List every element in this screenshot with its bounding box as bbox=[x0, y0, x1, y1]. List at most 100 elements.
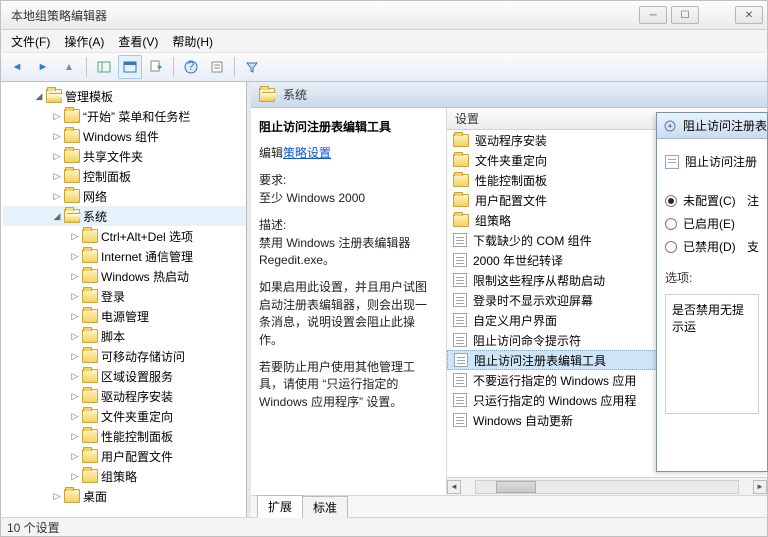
radio-icon[interactable] bbox=[665, 241, 677, 253]
folder-icon bbox=[453, 174, 469, 187]
status-text: 10 个设置 bbox=[7, 519, 60, 536]
edit-policy-link[interactable]: 策略设置 bbox=[283, 146, 331, 160]
up-button[interactable] bbox=[57, 55, 81, 79]
expand-icon[interactable]: ▷ bbox=[69, 231, 81, 242]
radio-disabled[interactable]: 已禁用(D) 支 bbox=[665, 238, 759, 255]
tab-standard[interactable]: 标准 bbox=[302, 496, 348, 518]
tree-item[interactable]: ▷驱动程序安装 bbox=[3, 386, 246, 406]
doc-icon bbox=[453, 253, 467, 267]
dialog-titlebar[interactable]: 阻止访问注册表 bbox=[657, 113, 767, 139]
expand-icon[interactable]: ◢ bbox=[33, 91, 45, 102]
scroll-right-button[interactable]: ► bbox=[753, 480, 767, 494]
properties-button[interactable] bbox=[205, 55, 229, 79]
radio-enabled[interactable]: 已启用(E) bbox=[665, 215, 759, 232]
expand-icon[interactable]: ◢ bbox=[51, 211, 63, 222]
req-label: 要求: bbox=[259, 173, 286, 187]
forward-button[interactable] bbox=[31, 55, 55, 79]
tree-item[interactable]: ▷控制面板 bbox=[3, 166, 246, 186]
scroll-left-button[interactable]: ◄ bbox=[447, 480, 461, 494]
minimize-button[interactable]: ─ bbox=[639, 6, 667, 24]
expand-icon[interactable]: ▷ bbox=[69, 351, 81, 362]
tree-item[interactable]: ▷可移动存储访问 bbox=[3, 346, 246, 366]
expand-icon[interactable]: ▷ bbox=[51, 491, 63, 502]
tree-root-label: 管理模板 bbox=[65, 88, 113, 105]
tree-item[interactable]: ▷脚本 bbox=[3, 326, 246, 346]
tree-item[interactable]: ▷网络 bbox=[3, 186, 246, 206]
policy-dialog: 阻止访问注册表 阻止访问注册 未配置(C) 注 已启用(E) 已禁用(D) 支 … bbox=[656, 112, 768, 472]
tree-item[interactable]: ▷Windows 组件 bbox=[3, 126, 246, 146]
close-button[interactable]: ✕ bbox=[735, 6, 763, 24]
show-hide-tree-button[interactable] bbox=[92, 55, 116, 79]
tree-item[interactable]: ◢系统 bbox=[3, 206, 246, 226]
expand-icon[interactable]: ▷ bbox=[69, 471, 81, 482]
filter-button[interactable] bbox=[240, 55, 264, 79]
desc-line2: 如果启用此设置，并且用户试图启动注册表编辑器，则会出现一条消息，说明设置会阻止此… bbox=[259, 279, 438, 349]
nav-tree[interactable]: ◢ 管理模板 ▷“开始” 菜单和任务栏▷Windows 组件▷共享文件夹▷控制面… bbox=[1, 82, 247, 517]
folder-icon bbox=[64, 109, 80, 123]
tree-item[interactable]: ▷共享文件夹 bbox=[3, 146, 246, 166]
tree-root[interactable]: ◢ 管理模板 bbox=[3, 86, 246, 106]
tree-item[interactable]: ▷用户配置文件 bbox=[3, 446, 246, 466]
menu-help[interactable]: 帮助(H) bbox=[166, 31, 219, 52]
expand-icon[interactable]: ▷ bbox=[69, 331, 81, 342]
menu-view[interactable]: 查看(V) bbox=[112, 31, 164, 52]
column-header-label: 设置 bbox=[455, 110, 479, 127]
folder-icon bbox=[82, 369, 98, 383]
tree-item-label: 文件夹重定向 bbox=[101, 408, 173, 425]
folder-icon bbox=[82, 469, 98, 483]
tree-item[interactable]: ▷Internet 通信管理 bbox=[3, 246, 246, 266]
tab-extended[interactable]: 扩展 bbox=[257, 495, 303, 518]
export-list-button[interactable] bbox=[144, 55, 168, 79]
list-view-button[interactable] bbox=[118, 55, 142, 79]
desc-label: 描述: bbox=[259, 218, 286, 232]
expand-icon[interactable]: ▷ bbox=[69, 391, 81, 402]
tree-item-desktop[interactable]: ▷ 桌面 bbox=[3, 486, 246, 506]
tree-item[interactable]: ▷性能控制面板 bbox=[3, 426, 246, 446]
tree-item[interactable]: ▷电源管理 bbox=[3, 306, 246, 326]
dialog-policy-label: 阻止访问注册 bbox=[685, 153, 757, 170]
window-title: 本地组策略编辑器 bbox=[5, 7, 639, 24]
folder-icon bbox=[82, 329, 98, 343]
toolbar-sep bbox=[86, 57, 87, 77]
expand-icon[interactable]: ▷ bbox=[69, 251, 81, 262]
folder-icon bbox=[64, 149, 80, 163]
expand-icon[interactable]: ▷ bbox=[69, 411, 81, 422]
expand-icon[interactable]: ▷ bbox=[69, 291, 81, 302]
tree-item[interactable]: ▷Ctrl+Alt+Del 选项 bbox=[3, 226, 246, 246]
tree-item[interactable]: ▷登录 bbox=[3, 286, 246, 306]
doc-icon bbox=[453, 313, 467, 327]
tree-item[interactable]: ▷区域设置服务 bbox=[3, 366, 246, 386]
expand-icon[interactable]: ▷ bbox=[51, 131, 63, 142]
folder-open-icon bbox=[259, 88, 275, 102]
expand-icon[interactable]: ▷ bbox=[69, 311, 81, 322]
toolbar: ? bbox=[0, 52, 768, 82]
titlebar: 本地组策略编辑器 ─ ☐ ✕ bbox=[0, 0, 768, 30]
radio-icon[interactable] bbox=[665, 218, 677, 230]
radio-icon[interactable] bbox=[665, 195, 677, 207]
scroll-thumb[interactable] bbox=[496, 481, 536, 493]
folder-icon bbox=[82, 429, 98, 443]
menu-file[interactable]: 文件(F) bbox=[5, 31, 56, 52]
radio-not-configured[interactable]: 未配置(C) 注 bbox=[665, 192, 759, 209]
folder-icon bbox=[64, 489, 80, 503]
back-button[interactable] bbox=[5, 55, 29, 79]
list-item-label: 用户配置文件 bbox=[475, 192, 547, 209]
tree-item[interactable]: ▷ 组策略 bbox=[3, 466, 246, 486]
tree-item[interactable]: ▷“开始” 菜单和任务栏 bbox=[3, 106, 246, 126]
expand-icon[interactable]: ▷ bbox=[69, 271, 81, 282]
horizontal-scrollbar[interactable]: ◄ ► bbox=[447, 477, 767, 495]
maximize-button[interactable]: ☐ bbox=[671, 6, 699, 24]
expand-icon[interactable]: ▷ bbox=[51, 151, 63, 162]
tree-item-label: 组策略 bbox=[101, 468, 137, 485]
expand-icon[interactable]: ▷ bbox=[69, 451, 81, 462]
tree-item[interactable]: ▷ 文件夹重定向 bbox=[3, 406, 246, 426]
scroll-track[interactable] bbox=[475, 480, 739, 494]
expand-icon[interactable]: ▷ bbox=[69, 431, 81, 442]
expand-icon[interactable]: ▷ bbox=[51, 171, 63, 182]
tree-item[interactable]: ▷Windows 热启动 bbox=[3, 266, 246, 286]
help-button[interactable]: ? bbox=[179, 55, 203, 79]
expand-icon[interactable]: ▷ bbox=[69, 371, 81, 382]
menu-action[interactable]: 操作(A) bbox=[58, 31, 110, 52]
expand-icon[interactable]: ▷ bbox=[51, 111, 63, 122]
expand-icon[interactable]: ▷ bbox=[51, 191, 63, 202]
